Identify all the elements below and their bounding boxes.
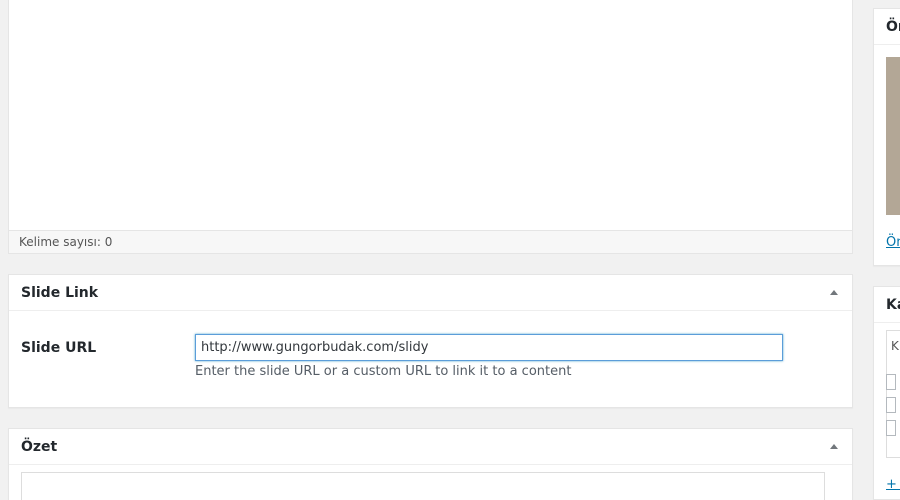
- featured-image-title: Ön: [886, 19, 900, 35]
- slide-link-postbox: Slide Link Slide URL Enter the slide URL…: [8, 274, 853, 408]
- collapse-arrow-icon[interactable]: [830, 444, 838, 449]
- category-checkbox[interactable]: [886, 420, 896, 436]
- excerpt-textarea[interactable]: [21, 472, 825, 500]
- slide-url-row: Slide URL Enter the slide URL or a custo…: [9, 311, 852, 407]
- category-list-first-item[interactable]: K: [891, 339, 899, 353]
- add-category-link[interactable]: + Y: [886, 477, 900, 492]
- collapse-arrow-icon[interactable]: [830, 290, 838, 295]
- slide-url-input[interactable]: [195, 334, 783, 361]
- slide-url-label: Slide URL: [21, 340, 97, 356]
- category-list: K: [886, 330, 900, 458]
- word-count: Kelime sayısı: 0: [19, 235, 113, 249]
- excerpt-postbox: Özet: [8, 428, 853, 500]
- editor-status-bar: Kelime sayısı: 0: [9, 230, 852, 253]
- category-checkbox[interactable]: [886, 397, 896, 413]
- slide-link-header[interactable]: Slide Link: [9, 275, 852, 311]
- categories-postbox: Ka K + Y: [873, 286, 900, 500]
- featured-image-thumbnail[interactable]: [886, 57, 900, 215]
- categories-title: Ka: [886, 297, 900, 313]
- featured-image-link[interactable]: Ön: [886, 235, 900, 250]
- featured-image-header[interactable]: Ön: [874, 9, 900, 45]
- slide-link-title: Slide Link: [21, 285, 99, 301]
- editor-text-area[interactable]: [9, 0, 852, 231]
- category-checkbox[interactable]: [886, 374, 896, 390]
- slide-url-description: Enter the slide URL or a custom URL to l…: [195, 364, 572, 379]
- excerpt-title: Özet: [21, 439, 58, 455]
- excerpt-header[interactable]: Özet: [9, 429, 852, 465]
- post-edit-screen: Kelime sayısı: 0 Slide Link Slide URL En…: [0, 0, 900, 500]
- content-editor: Kelime sayısı: 0: [8, 0, 853, 254]
- featured-image-postbox: Ön Ön: [873, 8, 900, 266]
- categories-header[interactable]: Ka: [874, 287, 900, 323]
